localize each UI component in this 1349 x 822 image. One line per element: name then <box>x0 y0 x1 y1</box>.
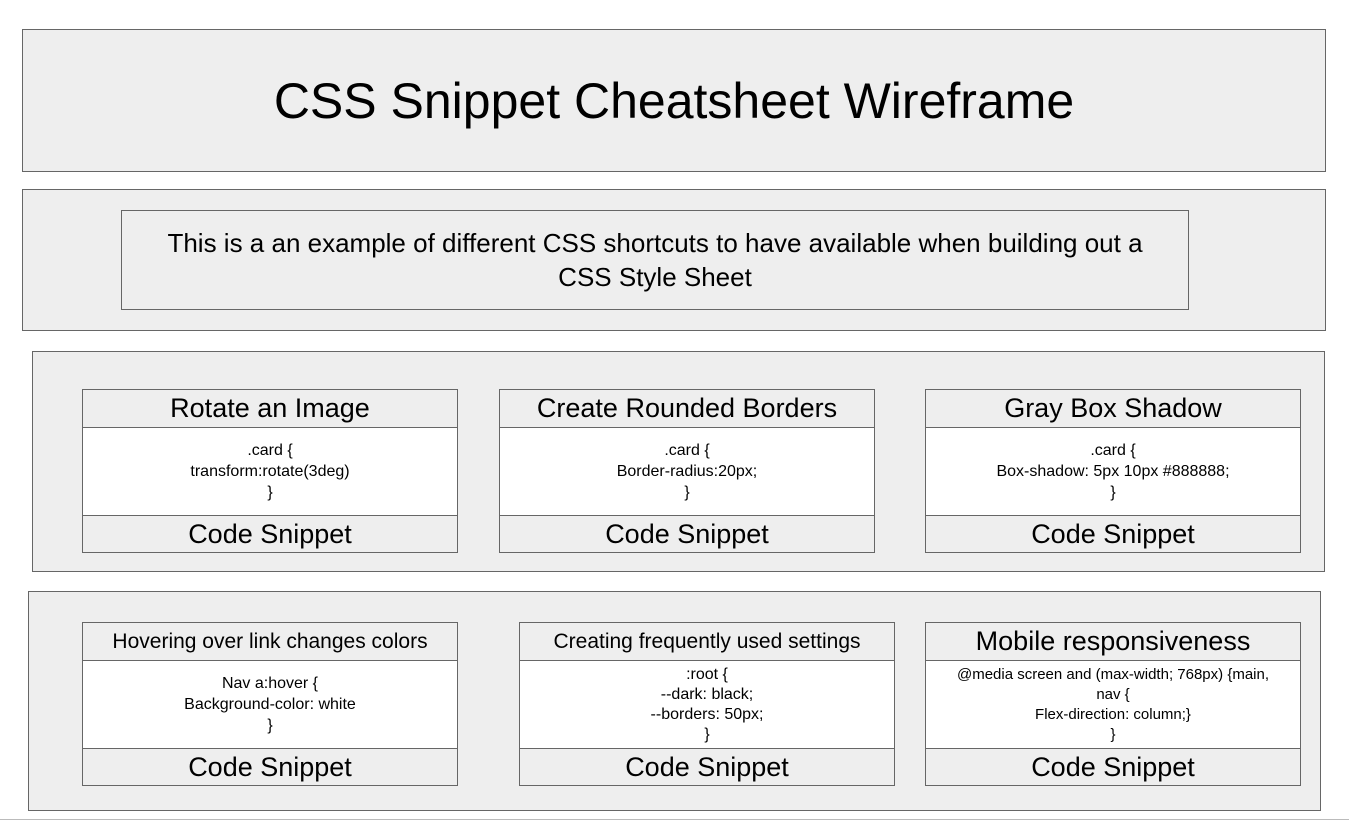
snippet-card-heading: Rotate an Image <box>83 390 457 428</box>
page-bottom-divider <box>0 819 1349 820</box>
intro-text: This is a an example of different CSS sh… <box>121 210 1189 310</box>
snippet-card-heading: Gray Box Shadow <box>926 390 1300 428</box>
code-line: .card { <box>664 442 710 459</box>
snippet-card-hover-link: Hovering over link changes colors Nav a:… <box>82 622 458 786</box>
snippet-card-heading: Mobile responsiveness <box>926 623 1300 661</box>
snippet-card-box-shadow: Gray Box Shadow .card { Box-shadow: 5px … <box>925 389 1301 553</box>
title-block: CSS Snippet Cheatsheet Wireframe <box>22 29 1326 172</box>
snippet-card-root-settings: Creating frequently used settings :root … <box>519 622 895 786</box>
snippet-code: .card { Box-shadow: 5px 10px #888888; } <box>926 428 1300 515</box>
snippet-card-heading: Hovering over link changes colors <box>83 623 457 661</box>
snippet-card-heading: Create Rounded Borders <box>500 390 874 428</box>
snippet-code: @media screen and (max-width; 768px) {ma… <box>926 661 1300 748</box>
code-line: } <box>704 725 710 743</box>
code-line: --borders: 50px; <box>650 705 764 723</box>
code-line: .card { <box>247 442 293 459</box>
snippet-card-rotate-image: Rotate an Image .card { transform:rotate… <box>82 389 458 553</box>
snippet-card-rounded-borders: Create Rounded Borders .card { Border-ra… <box>499 389 875 553</box>
snippet-card-footer: Code Snippet <box>520 748 894 785</box>
code-line: @media screen and (max-width; 768px) {ma… <box>956 665 1270 683</box>
intro-section: This is a an example of different CSS sh… <box>22 189 1326 331</box>
code-line: Nav a:hover { <box>221 675 319 692</box>
snippet-card-footer: Code Snippet <box>500 515 874 552</box>
code-line: .card { <box>1090 442 1136 459</box>
code-line: } <box>1110 725 1116 743</box>
snippet-code: .card { transform:rotate(3deg) } <box>83 428 457 515</box>
code-line: } <box>1110 484 1116 501</box>
code-line: :root { <box>686 665 728 683</box>
code-line: nav { <box>1096 685 1130 703</box>
code-line: } <box>267 484 273 501</box>
snippet-code: Nav a:hover { Background-color: white } <box>83 661 457 748</box>
snippet-card-footer: Code Snippet <box>83 748 457 785</box>
snippet-card-heading: Creating frequently used settings <box>520 623 894 661</box>
code-line: } <box>684 484 690 501</box>
snippet-card-footer: Code Snippet <box>83 515 457 552</box>
snippet-code: :root { --dark: black; --borders: 50px; … <box>520 661 894 748</box>
snippet-card-footer: Code Snippet <box>926 515 1300 552</box>
snippet-code: .card { Border-radius:20px; } <box>500 428 874 515</box>
code-line: Background-color: white <box>184 696 356 713</box>
code-line: Box-shadow: 5px 10px #888888; <box>996 463 1230 480</box>
code-line: Flex-direction: column;} <box>1035 705 1191 723</box>
page-title: CSS Snippet Cheatsheet Wireframe <box>273 72 1075 129</box>
code-line: --dark: black; <box>660 685 754 703</box>
snippet-row-2: Hovering over link changes colors Nav a:… <box>28 591 1321 811</box>
snippet-row-1: Rotate an Image .card { transform:rotate… <box>32 351 1325 572</box>
code-line: Border-radius:20px; <box>616 463 758 480</box>
snippet-card-mobile-responsiveness: Mobile responsiveness @media screen and … <box>925 622 1301 786</box>
code-line: } <box>267 717 273 734</box>
code-line: transform:rotate(3deg) <box>190 463 350 480</box>
snippet-card-footer: Code Snippet <box>926 748 1300 785</box>
